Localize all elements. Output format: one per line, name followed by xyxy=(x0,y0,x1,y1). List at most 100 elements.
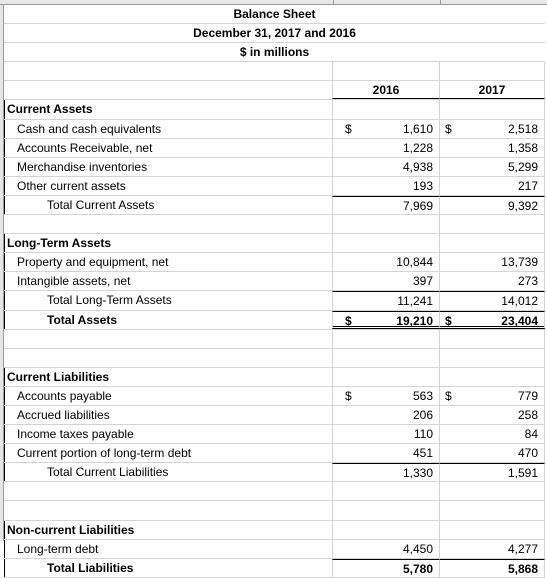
value: 9,392 xyxy=(507,198,538,213)
value-2017[interactable]: $2,518 xyxy=(439,119,545,138)
value-2017[interactable]: 4,277 xyxy=(439,539,545,558)
cell[interactable] xyxy=(332,520,439,539)
title-row: Balance Sheet xyxy=(4,5,545,25)
row-label[interactable]: Accrued liabilities xyxy=(4,405,332,425)
value-2016[interactable]: 206 xyxy=(332,405,439,425)
value: 273 xyxy=(517,274,538,289)
cell[interactable] xyxy=(332,234,439,253)
value: 4,938 xyxy=(402,159,433,174)
row-label[interactable]: Current portion of long-term debt xyxy=(4,444,332,463)
total-row: Total Current Liabilities 1,330 1,591 xyxy=(4,463,545,483)
cell[interactable] xyxy=(439,348,545,367)
value-2016[interactable]: 1,228 xyxy=(332,138,439,157)
sheet-subtitle[interactable]: December 31, 2017 and 2016 xyxy=(4,24,545,42)
value-2016[interactable]: $1,610 xyxy=(332,119,439,138)
value: 5,868 xyxy=(507,561,538,576)
total-long-term-assets-label[interactable]: Total Long-Term Assets xyxy=(4,291,332,310)
value-2016[interactable]: 5,780 xyxy=(332,558,439,577)
cell[interactable] xyxy=(4,62,332,80)
value-2016[interactable]: 4,938 xyxy=(332,157,439,176)
row-label[interactable]: Property and equipment, net xyxy=(4,253,332,272)
cell[interactable] xyxy=(332,367,439,386)
current-assets-heading[interactable]: Current Assets xyxy=(4,100,332,119)
year-header-row: 2016 2017 xyxy=(4,81,545,101)
year-header-2016[interactable]: 2016 xyxy=(332,81,439,100)
table-row: Cash and cash equivalents $1,610 $2,518 xyxy=(4,119,545,139)
value-2017[interactable]: 1,591 xyxy=(439,463,545,482)
cell[interactable] xyxy=(439,234,545,253)
cell[interactable] xyxy=(439,520,545,539)
currency-symbol: $ xyxy=(345,121,352,136)
cell[interactable] xyxy=(439,501,545,520)
row-label[interactable]: Accounts Receivable, net xyxy=(4,138,332,157)
value-2016[interactable]: 1,330 xyxy=(332,463,439,482)
row-label[interactable]: Intangible assets, net xyxy=(4,272,332,291)
noncurrent-liabilities-heading[interactable]: Non-current Liabilities xyxy=(4,520,332,539)
value-2017[interactable]: $23,404 xyxy=(439,310,545,329)
value-2017[interactable]: 84 xyxy=(439,425,545,444)
section-heading-row: Current Liabilities xyxy=(4,367,545,387)
cell[interactable] xyxy=(4,330,332,348)
total-current-assets-label[interactable]: Total Current Assets xyxy=(4,195,332,215)
value-2017[interactable]: 217 xyxy=(439,176,545,195)
value-2016[interactable]: $19,210 xyxy=(332,310,439,329)
value-2017[interactable]: 5,868 xyxy=(439,558,545,577)
cell[interactable] xyxy=(332,348,439,367)
row-label[interactable]: Income taxes payable xyxy=(4,425,332,444)
cell[interactable] xyxy=(332,501,439,520)
cell[interactable] xyxy=(439,482,545,501)
value-2016[interactable]: 4,450 xyxy=(332,539,439,558)
cell[interactable] xyxy=(4,81,332,99)
cell[interactable] xyxy=(332,482,439,501)
row-label[interactable]: Other current assets xyxy=(4,176,332,195)
currency-symbol: $ xyxy=(445,121,452,136)
row-label[interactable]: Long-term debt xyxy=(4,539,332,558)
cell[interactable] xyxy=(332,62,439,81)
blank-row xyxy=(4,501,545,521)
cell[interactable] xyxy=(332,329,439,348)
current-liabilities-heading[interactable]: Current Liabilities xyxy=(4,367,332,386)
sheet-units[interactable]: $ in millions xyxy=(4,43,545,61)
value-2016[interactable]: 110 xyxy=(332,425,439,444)
year-header-2017[interactable]: 2017 xyxy=(439,81,545,100)
total-liabilities-label[interactable]: Total Liabilities xyxy=(4,558,332,577)
value-2017[interactable]: 9,392 xyxy=(439,195,545,215)
cell[interactable] xyxy=(332,215,439,234)
total-row: Total Current Assets 7,969 9,392 xyxy=(4,195,545,216)
cell[interactable] xyxy=(4,349,332,367)
total-current-liabilities-label[interactable]: Total Current Liabilities xyxy=(4,463,332,482)
value-2017[interactable]: 14,012 xyxy=(439,291,545,310)
value-2017[interactable]: 258 xyxy=(439,405,545,425)
cell[interactable] xyxy=(439,329,545,348)
value: 2,518 xyxy=(507,121,538,136)
cell[interactable] xyxy=(439,215,545,234)
row-label[interactable]: Accounts payable xyxy=(4,386,332,405)
value-2016[interactable]: 7,969 xyxy=(332,195,439,215)
value-2016[interactable]: 451 xyxy=(332,444,439,463)
units-row: $ in millions xyxy=(4,43,545,63)
value-2016[interactable]: 397 xyxy=(332,272,439,291)
value-2017[interactable]: 273 xyxy=(439,272,545,291)
cell[interactable] xyxy=(439,367,545,386)
row-label[interactable]: Merchandise inventories xyxy=(4,157,332,176)
value-2016[interactable]: 193 xyxy=(332,176,439,195)
value-2017[interactable]: $779 xyxy=(439,386,545,405)
value-2016[interactable]: $563 xyxy=(332,386,439,405)
value-2016[interactable]: 10,844 xyxy=(332,253,439,272)
row-label[interactable]: Cash and cash equivalents xyxy=(4,119,332,138)
long-term-assets-heading[interactable]: Long-Term Assets xyxy=(4,234,332,253)
sheet-title[interactable]: Balance Sheet xyxy=(4,5,545,23)
cell[interactable] xyxy=(439,100,545,119)
cell[interactable] xyxy=(4,501,332,519)
total-assets-label[interactable]: Total Assets xyxy=(4,310,332,329)
value-2016[interactable]: 11,241 xyxy=(332,291,439,310)
cell[interactable] xyxy=(439,62,545,81)
value-2017[interactable]: 5,299 xyxy=(439,157,545,176)
value-2017[interactable]: 13,739 xyxy=(439,253,545,272)
cell[interactable] xyxy=(332,100,439,119)
value-2017[interactable]: 1,358 xyxy=(439,138,545,157)
cell[interactable] xyxy=(4,215,332,233)
value-2017[interactable]: 470 xyxy=(439,444,545,463)
cell[interactable] xyxy=(4,482,332,500)
value: 110 xyxy=(413,427,433,442)
